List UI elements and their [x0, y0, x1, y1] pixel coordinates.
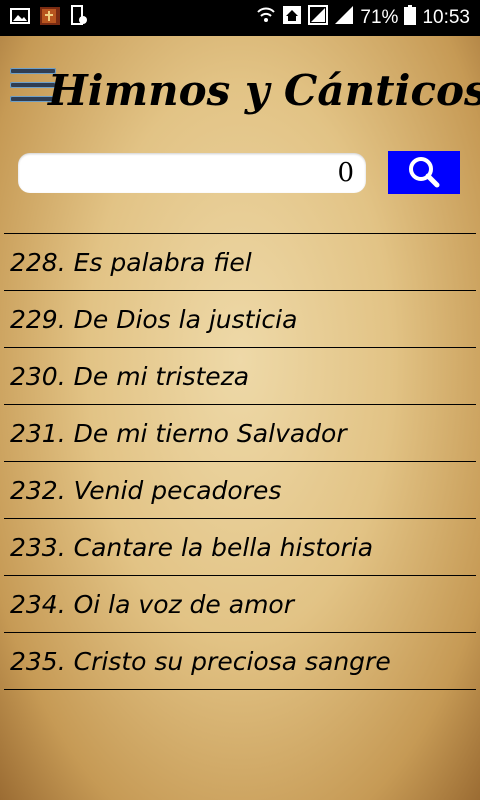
wifi-icon — [256, 5, 276, 31]
list-item[interactable]: 231. De mi tierno Salvador — [4, 405, 476, 462]
search-input[interactable] — [18, 153, 366, 193]
search-icon — [409, 156, 440, 187]
image-icon — [10, 7, 30, 30]
list-item[interactable]: 230. De mi tristeza — [4, 348, 476, 405]
search-button[interactable] — [388, 151, 460, 194]
list-item[interactable]: 228. Es palabra fiel — [4, 234, 476, 291]
hymn-list: 228. Es palabra fiel 229. De Dios la jus… — [4, 233, 476, 690]
page-title: Himnos y Cánticos — [48, 66, 480, 115]
list-item[interactable]: 229. De Dios la justicia — [4, 291, 476, 348]
battery-icon — [404, 5, 417, 31]
signal-strength-icon — [334, 5, 354, 31]
list-item[interactable]: 234. Oi la voz de amor — [4, 576, 476, 633]
signal-icon — [308, 5, 329, 31]
notification-icons — [0, 4, 88, 32]
bible-app-icon — [38, 5, 62, 32]
system-status: 71% 10:53 — [256, 5, 480, 31]
home-icon — [282, 5, 302, 31]
app-header: Himnos y Cánticos — [0, 56, 480, 126]
device-icon — [70, 4, 88, 32]
battery-percent: 71% — [360, 7, 399, 28]
list-item[interactable]: 232. Venid pecadores — [4, 462, 476, 519]
list-item[interactable]: 233. Cantare la bella historia — [4, 519, 476, 576]
status-bar: 71% 10:53 — [0, 0, 480, 36]
list-item[interactable]: 235. Cristo su preciosa sangre — [4, 633, 476, 690]
clock: 10:53 — [422, 7, 470, 28]
